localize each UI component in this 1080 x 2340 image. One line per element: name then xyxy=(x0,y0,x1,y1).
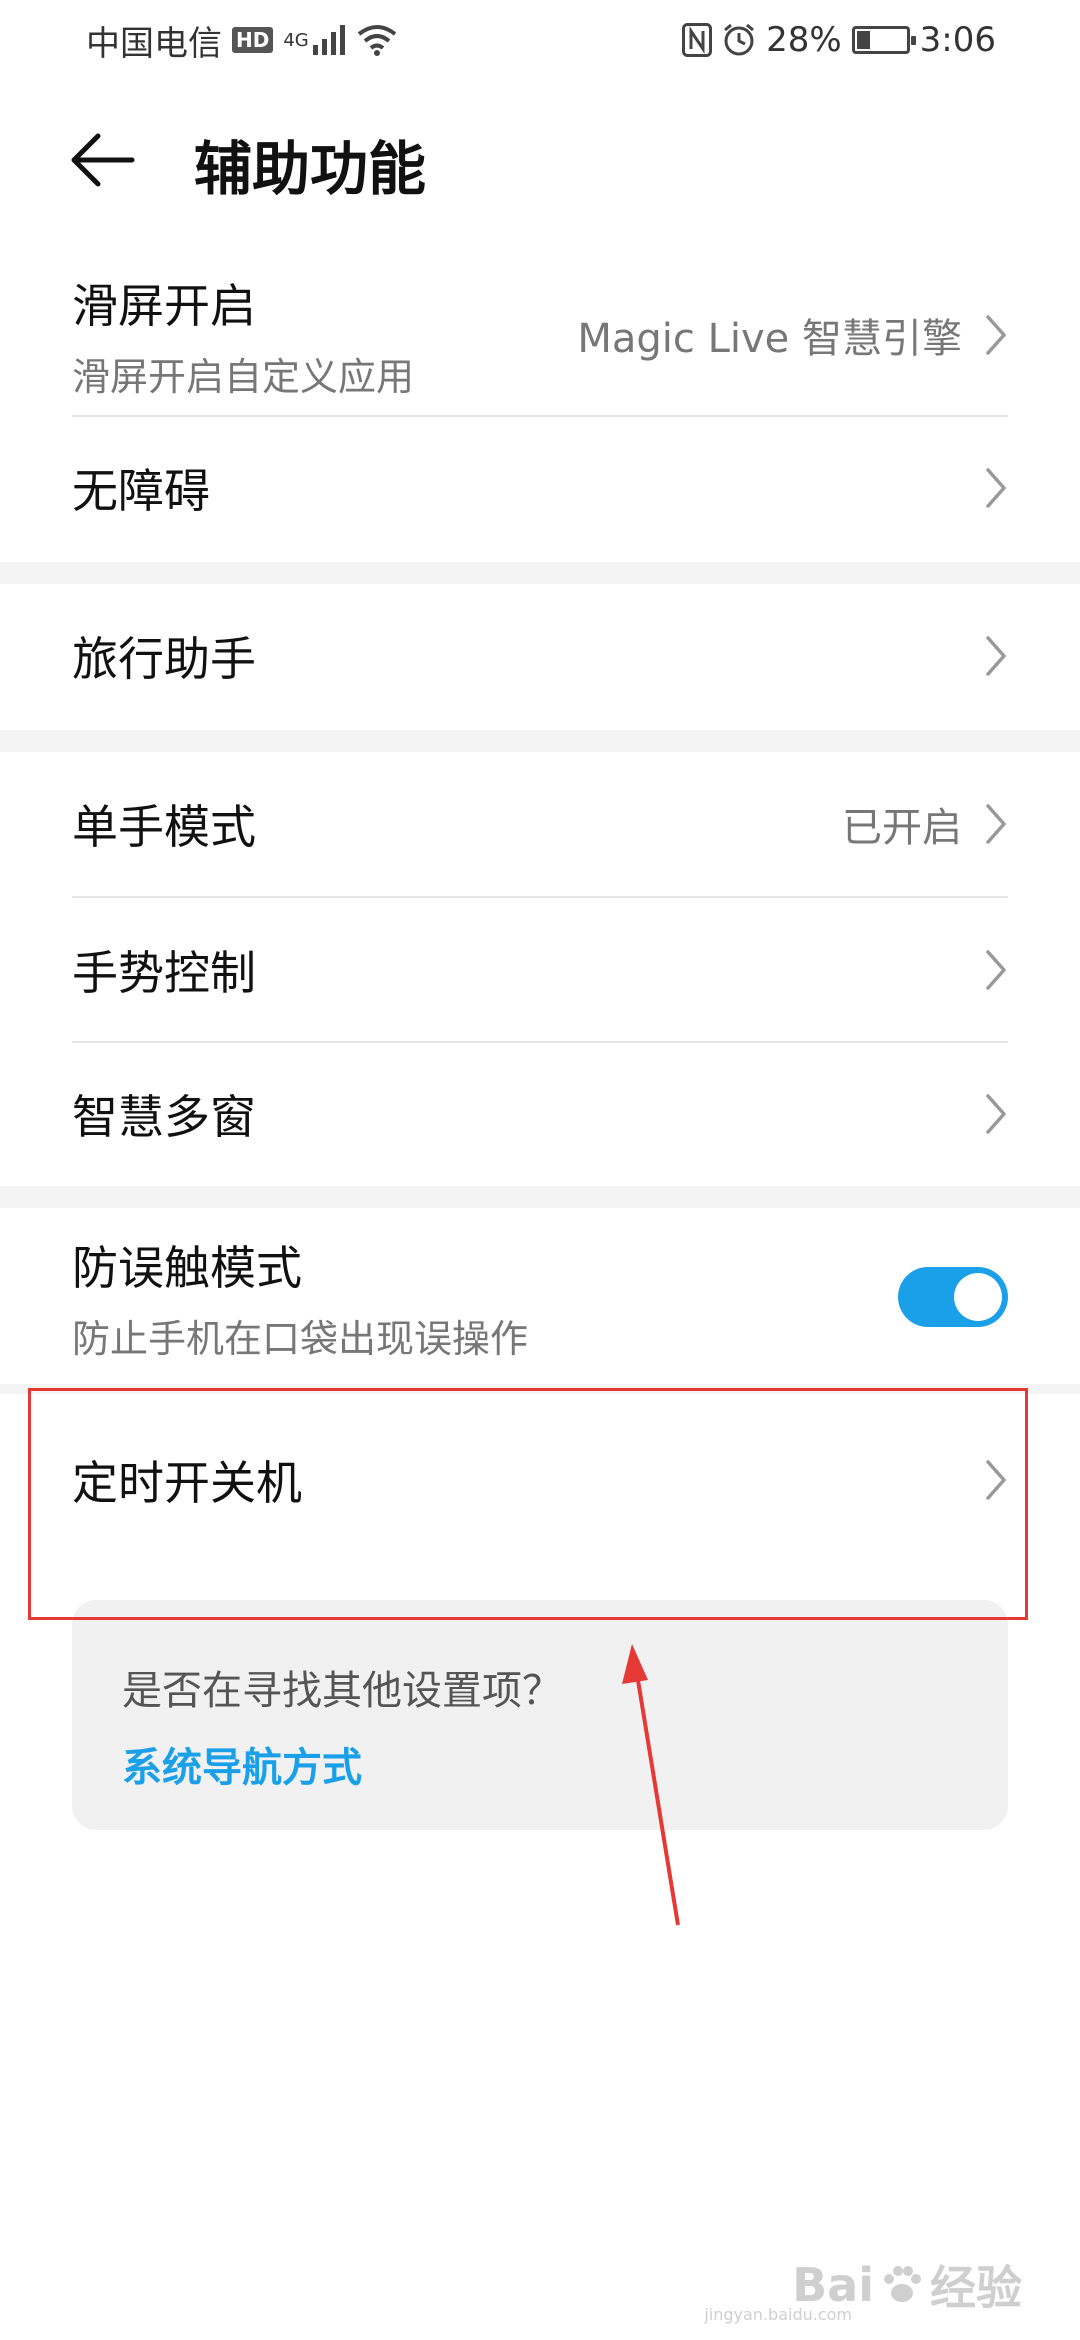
back-button[interactable] xyxy=(70,130,146,190)
list-item-accessibility[interactable]: 无障碍 xyxy=(72,418,1008,558)
chevron-right-icon xyxy=(986,315,1006,355)
section-gap xyxy=(0,1384,1080,1394)
toggle-knob xyxy=(954,1273,1002,1321)
chevron-right-icon xyxy=(986,804,1006,844)
item-title: 定时开关机 xyxy=(72,1456,302,1510)
suggestion-link[interactable]: 系统导航方式 xyxy=(122,1735,362,1793)
section-gap xyxy=(0,1186,1080,1208)
divider xyxy=(72,896,1008,898)
item-subtitle: 滑屏开启自定义应用 xyxy=(72,354,415,399)
back-arrow-icon xyxy=(71,133,135,187)
hd-badge: HD xyxy=(232,27,274,53)
alarm-icon xyxy=(724,23,755,56)
list-item-scheduled-power[interactable]: 定时开关机 xyxy=(72,1410,1008,1550)
page-title: 辅助功能 xyxy=(194,135,427,203)
list-item-travel-assistant[interactable]: 旅行助手 xyxy=(72,586,1008,726)
carrier-label: 中国电信 xyxy=(86,23,222,64)
settings-page: 中国电信 HD 4G 28% 3:06 辅助功能 滑屏开启 滑屏开启自定义应用 … xyxy=(0,0,1080,2340)
watermark-url: jingyan.baidu.com xyxy=(704,2305,852,2324)
suggestion-question: 是否在寻找其他设置项？ xyxy=(122,1668,562,1714)
app-header: 辅助功能 xyxy=(0,110,1080,210)
item-value: Magic Live 智慧引擎 xyxy=(577,316,962,362)
wifi-icon xyxy=(357,25,396,56)
annotation-arrow-icon xyxy=(622,1644,680,1926)
list-item-pocket-mode[interactable]: 防误触模式 防止手机在口袋出现误操作 xyxy=(72,1212,1008,1382)
divider xyxy=(72,415,1008,417)
item-title: 旅行助手 xyxy=(72,632,256,686)
battery-percent: 28% xyxy=(766,20,842,60)
watermark-brand: Bai xyxy=(792,2258,874,2312)
baidu-watermark: Bai 经验 jingyan.baidu.com xyxy=(704,2252,1022,2324)
item-subtitle: 防止手机在口袋出现误操作 xyxy=(72,1316,529,1361)
network-type: 4G xyxy=(283,29,309,51)
suggestion-card: 是否在寻找其他设置项？ 系统导航方式 xyxy=(72,1600,1008,1830)
item-title: 智慧多窗 xyxy=(72,1090,256,1144)
section-gap xyxy=(0,562,1080,584)
chevron-right-icon xyxy=(986,1094,1006,1134)
item-value: 已开启 xyxy=(842,805,962,851)
nfc-icon xyxy=(682,23,713,57)
clock: 3:06 xyxy=(919,20,996,60)
signal-icon xyxy=(312,25,345,55)
chevron-right-icon xyxy=(986,636,1006,676)
item-title: 无障碍 xyxy=(72,464,210,518)
pocket-mode-toggle[interactable] xyxy=(898,1267,1008,1327)
status-bar: 中国电信 HD 4G 28% 3:06 xyxy=(0,0,1080,80)
chevron-right-icon xyxy=(986,950,1006,990)
chevron-right-icon xyxy=(986,468,1006,508)
paw-icon xyxy=(884,2266,921,2302)
battery-icon xyxy=(851,26,916,54)
divider xyxy=(72,1041,1008,1043)
section-gap xyxy=(0,730,1080,752)
list-item-one-hand-mode[interactable]: 单手模式 已开启 xyxy=(72,754,1008,894)
chevron-right-icon xyxy=(986,1460,1006,1500)
item-title: 防误触模式 xyxy=(72,1240,302,1295)
item-title: 单手模式 xyxy=(72,800,256,854)
item-title: 滑屏开启 xyxy=(72,278,256,333)
list-item-gesture-control[interactable]: 手势控制 xyxy=(72,900,1008,1040)
list-item-smart-multi-window[interactable]: 智慧多窗 xyxy=(72,1044,1008,1184)
watermark-suffix: 经验 xyxy=(930,2261,1022,2315)
list-item-slide-to-open[interactable]: 滑屏开启 滑屏开启自定义应用 Magic Live 智慧引擎 xyxy=(72,260,1008,410)
item-title: 手势控制 xyxy=(72,946,256,1000)
